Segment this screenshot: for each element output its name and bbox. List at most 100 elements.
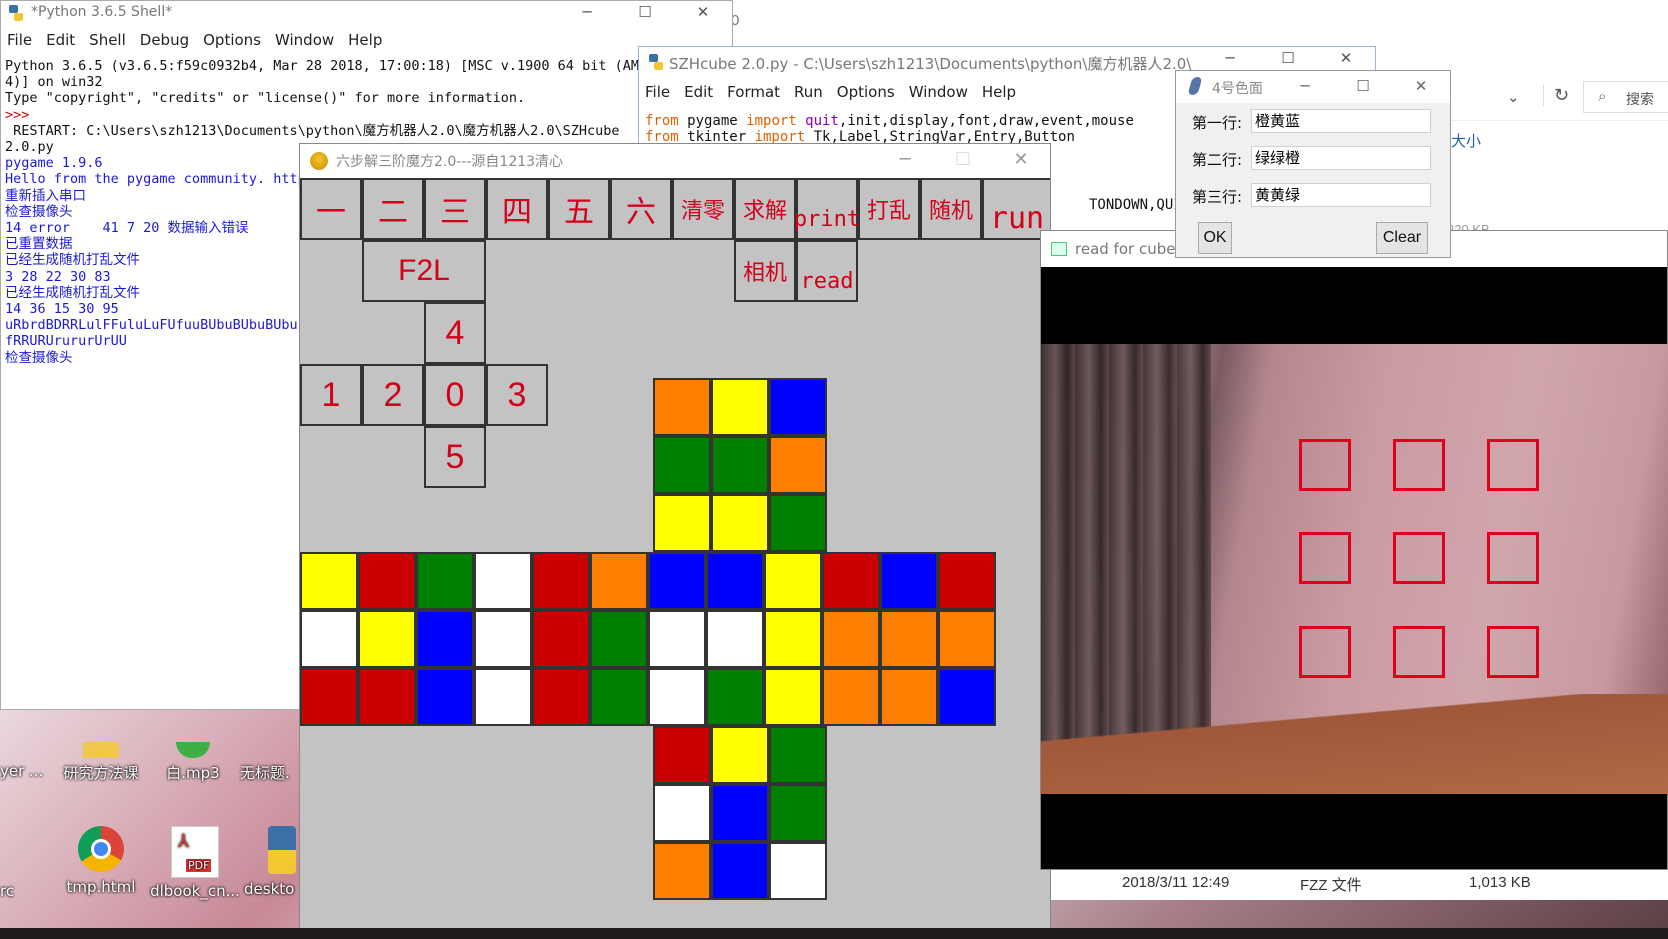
face-2-button[interactable]: 2 — [362, 364, 424, 426]
sticker-middle[interactable] — [532, 552, 590, 610]
sticker-up[interactable] — [711, 436, 769, 494]
scramble-button[interactable]: 打乱 — [858, 178, 920, 240]
desktop-icon-yer[interactable]: yer ... — [0, 762, 50, 780]
sticker-down[interactable] — [653, 784, 711, 842]
editor-menu-file[interactable]: File — [639, 83, 678, 105]
shell-menu-window[interactable]: Window — [269, 31, 342, 53]
desktop-icon-pdf[interactable]: ⅄ PDF dlbook_cn... — [150, 826, 240, 900]
size-column-header[interactable]: 大小 — [1451, 130, 1481, 151]
sticker-middle[interactable] — [358, 668, 416, 726]
sticker-middle[interactable] — [764, 610, 822, 668]
sticker-up[interactable] — [653, 378, 711, 436]
sticker-down[interactable] — [769, 784, 827, 842]
sticker-middle[interactable] — [706, 552, 764, 610]
sticker-middle[interactable] — [938, 552, 996, 610]
sticker-middle[interactable] — [822, 610, 880, 668]
read-button[interactable]: read — [796, 240, 858, 302]
step-4-button[interactable]: 四 — [486, 178, 548, 240]
sticker-down[interactable] — [711, 842, 769, 900]
sticker-middle[interactable] — [938, 668, 996, 726]
sticker-down[interactable] — [711, 726, 769, 784]
editor-menu-format[interactable]: Format — [721, 83, 788, 105]
chevron-down-icon[interactable]: ⌄ — [1507, 88, 1520, 106]
sticker-up[interactable] — [769, 494, 827, 552]
sticker-middle[interactable] — [764, 668, 822, 726]
sticker-middle[interactable] — [416, 610, 474, 668]
sticker-up[interactable] — [653, 436, 711, 494]
random-button[interactable]: 随机 — [920, 178, 982, 240]
face-0-button[interactable]: 0 — [424, 364, 486, 426]
maximize-icon[interactable]: ☐ — [1259, 47, 1317, 71]
sticker-middle[interactable] — [416, 552, 474, 610]
shell-menu-edit[interactable]: Edit — [40, 31, 83, 53]
pygame-titlebar[interactable]: 六步解三阶魔方2.0---源自1213清心 ─ ☐ ✕ — [300, 144, 1050, 178]
editor-menu-window[interactable]: Window — [903, 83, 976, 105]
step-2-button[interactable]: 二 — [362, 178, 424, 240]
sticker-middle[interactable] — [474, 552, 532, 610]
editor-menu-run[interactable]: Run — [788, 83, 831, 105]
editor-menu-help[interactable]: Help — [976, 83, 1024, 105]
print-button[interactable]: print — [794, 178, 860, 240]
step-5-button[interactable]: 五 — [548, 178, 610, 240]
camera-button[interactable]: 相机 — [734, 240, 796, 302]
shell-menu-shell[interactable]: Shell — [83, 31, 134, 53]
sticker-up[interactable] — [653, 494, 711, 552]
sticker-middle[interactable] — [706, 668, 764, 726]
sticker-down[interactable] — [711, 784, 769, 842]
maximize-icon[interactable]: ☐ — [1334, 71, 1392, 103]
sticker-middle[interactable] — [358, 552, 416, 610]
face-5-button[interactable]: 5 — [424, 426, 486, 488]
desktop-icon-research[interactable]: 研究方法课 — [56, 742, 146, 783]
sticker-down[interactable] — [653, 842, 711, 900]
row2-input[interactable]: 绿绿橙 — [1251, 146, 1431, 170]
close-icon[interactable]: ✕ — [1392, 71, 1450, 103]
clear-button[interactable]: 清零 — [672, 178, 734, 240]
ok-button[interactable]: OK — [1198, 222, 1232, 254]
shell-menu-options[interactable]: Options — [197, 31, 269, 53]
minimize-icon[interactable]: ─ — [558, 1, 616, 25]
step-6-button[interactable]: 六 — [610, 178, 672, 240]
refresh-icon[interactable]: ↻ — [1543, 85, 1569, 106]
sticker-middle[interactable] — [938, 610, 996, 668]
sticker-middle[interactable] — [532, 668, 590, 726]
sticker-down[interactable] — [769, 726, 827, 784]
maximize-icon[interactable]: ☐ — [934, 144, 992, 178]
sticker-middle[interactable] — [590, 552, 648, 610]
explorer-search-box[interactable]: ⌕ 搜索 — [1583, 81, 1668, 113]
clear-button[interactable]: Clear — [1376, 222, 1428, 254]
sticker-middle[interactable] — [358, 610, 416, 668]
sticker-up[interactable] — [711, 378, 769, 436]
sticker-middle[interactable] — [532, 610, 590, 668]
close-icon[interactable]: ✕ — [992, 144, 1050, 178]
shell-titlebar[interactable]: *Python 3.6.5 Shell* ─ ☐ ✕ — [1, 1, 732, 25]
sticker-middle[interactable] — [880, 552, 938, 610]
sticker-middle[interactable] — [648, 552, 706, 610]
step-3-button[interactable]: 三 — [424, 178, 486, 240]
sticker-middle[interactable] — [590, 668, 648, 726]
face-3-button[interactable]: 3 — [486, 364, 548, 426]
sticker-middle[interactable] — [822, 552, 880, 610]
sticker-middle[interactable] — [880, 668, 938, 726]
sticker-middle[interactable] — [300, 668, 358, 726]
sticker-up[interactable] — [769, 436, 827, 494]
sticker-middle[interactable] — [300, 610, 358, 668]
sticker-middle[interactable] — [474, 610, 532, 668]
shell-menu-help[interactable]: Help — [342, 31, 390, 53]
face-1-button[interactable]: 1 — [300, 364, 362, 426]
minimize-icon[interactable]: ─ — [876, 144, 934, 178]
editor-menu-edit[interactable]: Edit — [678, 83, 721, 105]
dialog-titlebar[interactable]: 4号色面 ─ ☐ ✕ — [1176, 71, 1450, 103]
sticker-middle[interactable] — [648, 610, 706, 668]
sticker-middle[interactable] — [822, 668, 880, 726]
desktop-icon-rc[interactable]: rc — [0, 882, 20, 900]
close-icon[interactable]: ✕ — [1317, 47, 1375, 71]
row3-input[interactable]: 黄黄绿 — [1251, 183, 1431, 207]
close-icon[interactable]: ✕ — [674, 1, 732, 25]
sticker-middle[interactable] — [300, 552, 358, 610]
shell-menu-debug[interactable]: Debug — [134, 31, 197, 53]
maximize-icon[interactable]: ☐ — [616, 1, 674, 25]
desktop-icon-untitled[interactable]: 无标题. — [240, 762, 300, 783]
sticker-middle[interactable] — [706, 610, 764, 668]
code-area[interactable]: from pygame import quit,init,display,fon… — [645, 113, 1134, 145]
sticker-up[interactable] — [711, 494, 769, 552]
